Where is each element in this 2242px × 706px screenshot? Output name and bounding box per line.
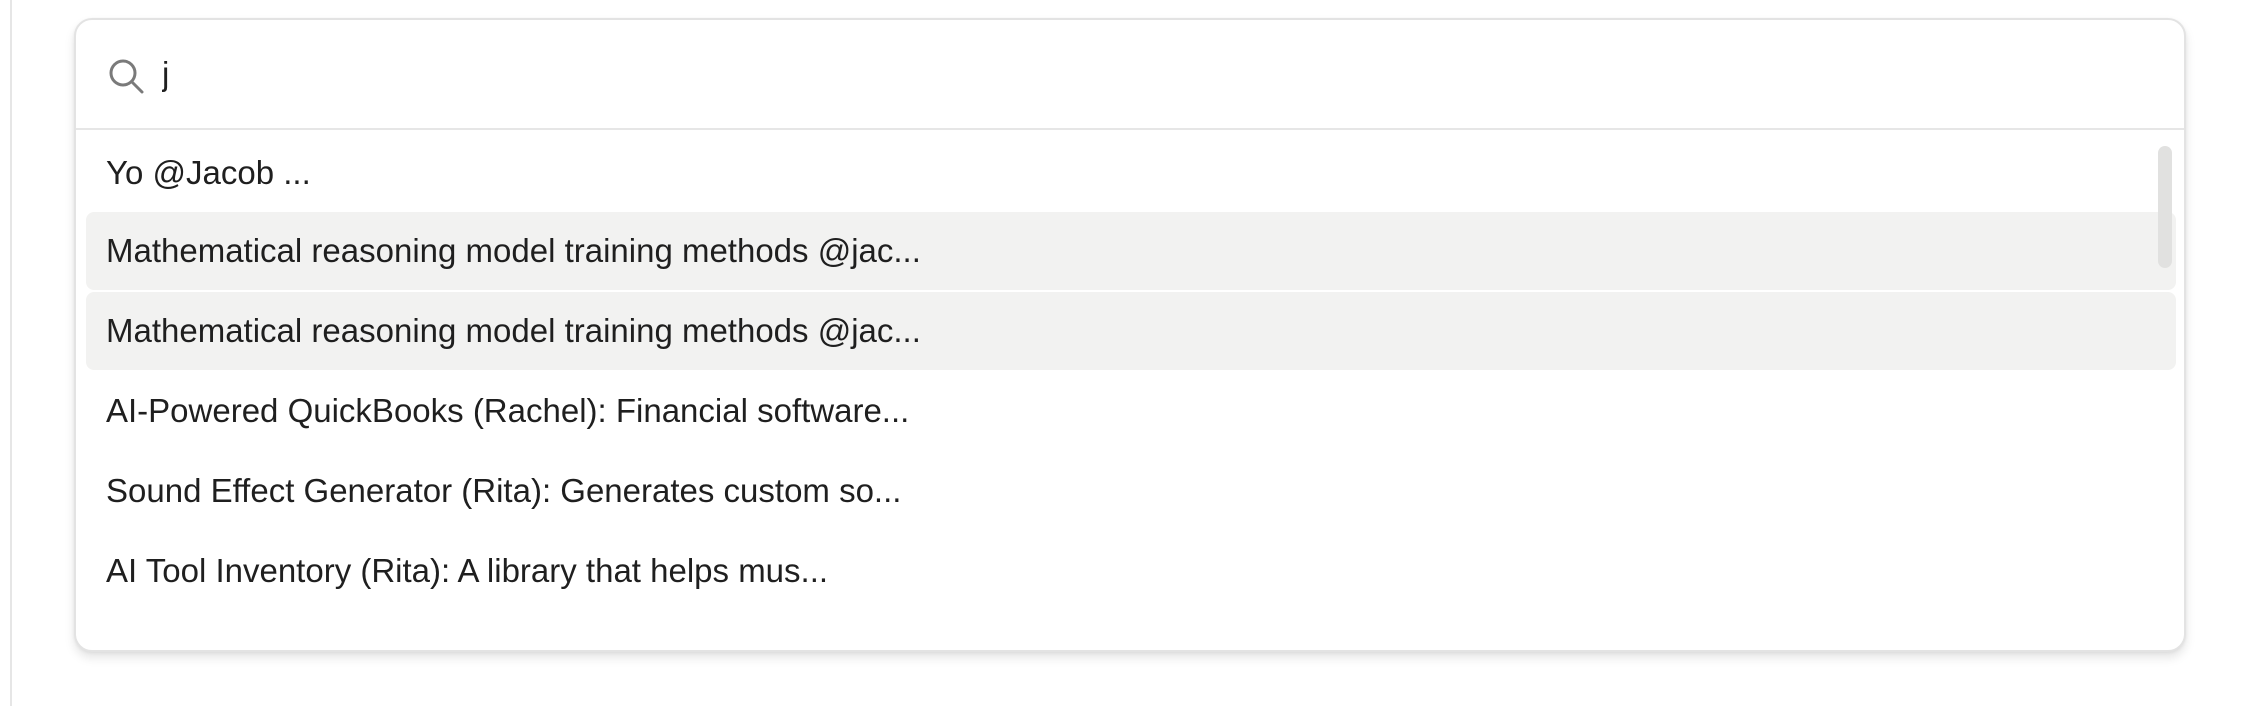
result-item[interactable]: Yo @Jacob ... [86, 134, 2176, 212]
result-item-label: Mathematical reasoning model training me… [106, 312, 921, 349]
result-item[interactable]: AI Tool Inventory (Rita): A library that… [86, 532, 2176, 610]
left-pane-divider [10, 0, 12, 706]
result-item[interactable]: Mathematical reasoning model training me… [86, 212, 2176, 290]
result-item[interactable]: AI-Powered QuickBooks (Rachel): Financia… [86, 372, 2176, 450]
result-item-label: Yo @Jacob ... [106, 154, 311, 191]
results-list: Yo @Jacob ... Mathematical reasoning mod… [76, 130, 2184, 650]
result-item-label: AI-Powered QuickBooks (Rachel): Financia… [106, 392, 910, 429]
scrollbar-thumb[interactable] [2158, 146, 2172, 268]
search-icon [106, 56, 146, 96]
search-input[interactable] [162, 44, 2062, 104]
result-item-label: Sound Effect Generator (Rita): Generates… [106, 472, 902, 509]
result-item-label: Mathematical reasoning model training me… [106, 232, 921, 269]
result-item[interactable]: Sound Effect Generator (Rita): Generates… [86, 452, 2176, 530]
search-palette: Yo @Jacob ... Mathematical reasoning mod… [74, 18, 2186, 652]
search-bar [76, 20, 2184, 130]
result-item-label: AI Tool Inventory (Rita): A library that… [106, 552, 829, 589]
result-item[interactable]: Mathematical reasoning model training me… [86, 292, 2176, 370]
